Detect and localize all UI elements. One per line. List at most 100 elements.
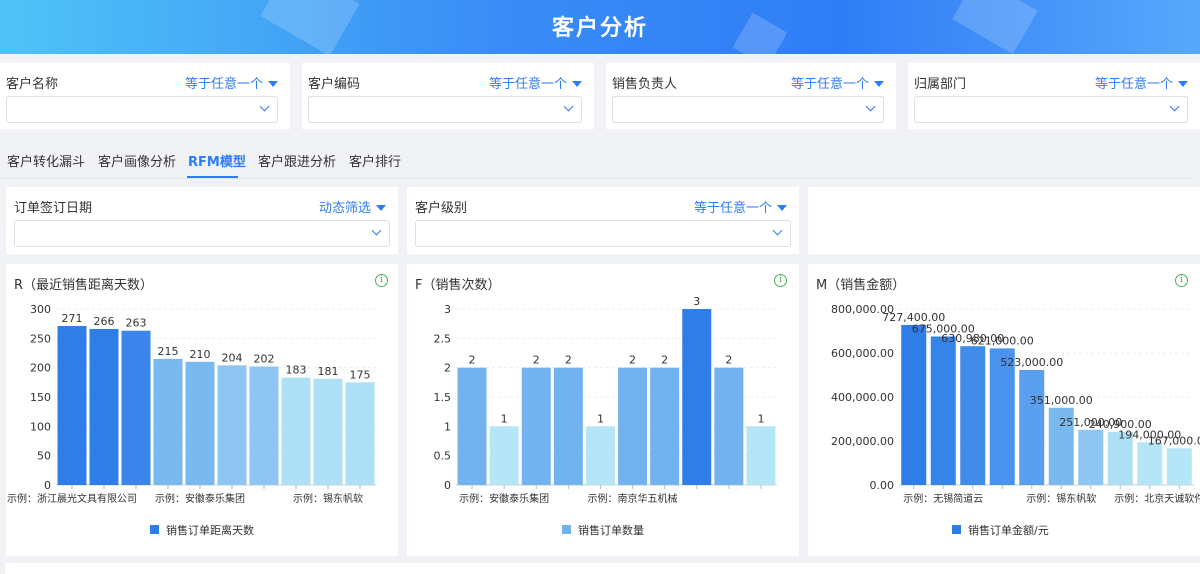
bar (217, 365, 247, 485)
y-tick-label: 200 (30, 362, 51, 375)
y-tick-label: 0 (444, 479, 451, 492)
header-banner: 客户分析 (0, 0, 1200, 54)
y-tick-label: 400,000.00 (831, 391, 894, 404)
filter-select[interactable] (308, 96, 582, 123)
tab-customer-ranking[interactable]: 客户排行 (349, 151, 401, 170)
filter-label: 归属部门 (914, 77, 967, 92)
caret-down-icon (1178, 81, 1188, 87)
caret-down-icon (874, 81, 884, 87)
caret-down-icon (572, 81, 582, 87)
filter-operator-dropdown[interactable]: 等于任意一个 (1095, 73, 1188, 92)
filter-select[interactable] (914, 96, 1188, 123)
bar (682, 309, 712, 485)
legend-label: 销售订单距离天数 (166, 523, 254, 537)
bar (345, 382, 375, 485)
y-tick-label: 600,000.00 (831, 347, 894, 360)
filter-operator-dropdown[interactable]: 等于任意一个 (694, 197, 787, 216)
bar (121, 330, 151, 485)
data-label: 2 (533, 354, 540, 367)
y-tick-label: 1 (444, 420, 451, 433)
bar (457, 367, 487, 485)
bar (521, 367, 551, 485)
empty-filter-slot (808, 187, 1200, 254)
data-label: 266 (94, 315, 115, 328)
bar (746, 426, 776, 485)
x-tick-label: 示例：南京华五机械 (588, 492, 678, 505)
data-label: 181 (318, 365, 339, 378)
data-label: 202 (254, 352, 275, 365)
filter-operator-dropdown[interactable]: 动态筛选 (319, 197, 386, 216)
y-tick-label: 100 (30, 420, 51, 433)
x-tick-label: 示例：锡东帆软 (1026, 492, 1096, 505)
bar (249, 366, 279, 485)
bar (185, 361, 215, 485)
chevron-down-icon (563, 101, 574, 112)
x-tick-label: 示例：北京天诚软件有限公司 (1114, 492, 1200, 505)
data-label: 2 (661, 354, 668, 367)
legend-label: 销售订单数量 (578, 523, 644, 537)
filter-label: 订单签订日期 (14, 201, 93, 216)
data-label: 1 (501, 412, 508, 425)
legend-swatch (952, 525, 961, 534)
chevron-down-icon (865, 101, 876, 112)
filter-order-date: 订单签订日期 动态筛选 (6, 187, 398, 254)
data-label: 1 (597, 412, 604, 425)
chevron-down-icon (772, 225, 783, 236)
bar (1019, 369, 1045, 485)
data-label: 175 (350, 368, 371, 381)
monetary-bar-chart: 800,000.00600,000.00400,000.00200,000.00… (831, 303, 1200, 537)
tab-rfm-model[interactable]: RFM模型 (188, 151, 246, 170)
filter-select[interactable] (6, 96, 278, 123)
filter-operator-dropdown[interactable]: 等于任意一个 (489, 73, 582, 92)
bar (281, 377, 311, 485)
next-section-edge (5, 563, 1200, 574)
data-label: 1 (757, 412, 764, 425)
filter-select[interactable] (415, 220, 791, 247)
legend-swatch (562, 525, 571, 534)
x-tick-label: 示例：安徽泰乐集团 (459, 492, 549, 505)
filter-customer-level: 客户级别 等于任意一个 (407, 187, 799, 254)
bar (1137, 442, 1163, 485)
filter-operator-dropdown[interactable]: 等于任意一个 (791, 73, 884, 92)
tabs-divider (0, 178, 1193, 179)
tab-follow-up-analysis[interactable]: 客户跟进分析 (258, 151, 336, 170)
analysis-tabs: 客户转化漏斗 客户画像分析 RFM模型 客户跟进分析 客户排行 (0, 140, 1200, 180)
caret-down-icon (777, 205, 787, 211)
legend-swatch (150, 525, 159, 534)
data-label: 271 (62, 312, 83, 325)
chevron-down-icon (371, 225, 382, 236)
tab-customer-profile[interactable]: 客户画像分析 (98, 151, 176, 170)
y-tick-label: 0.5 (434, 450, 452, 463)
y-tick-label: 2.5 (434, 332, 452, 345)
y-tick-label: 3 (444, 303, 451, 316)
data-label: 2 (725, 354, 732, 367)
bar (57, 326, 87, 485)
chart-card-f: F（销售次数） i 3 2.5 2 1.5 1 0.5 0 2 1 2 2 1 2 2 3 2 1 示例：安徽泰乐… (407, 264, 799, 556)
x-tick-label: 示例：浙江晨光文具有限公司 (7, 492, 137, 505)
filter-label: 客户级别 (415, 201, 468, 216)
recency-bar-chart: 300 250 200 150 100 50 0 271 266 263 215 210 204 202 1… (7, 303, 376, 537)
page-title: 客户分析 (551, 16, 648, 41)
bar (618, 367, 648, 485)
data-label: 215 (158, 345, 179, 358)
filter-label: 客户编码 (308, 77, 361, 92)
legend-label: 销售订单金额/元 (968, 523, 1049, 537)
filter-customer-name: 客户名称 等于任意一个 (0, 63, 290, 129)
filter-label: 销售负责人 (612, 77, 678, 92)
filter-select[interactable] (612, 96, 884, 123)
filter-operator-dropdown[interactable]: 等于任意一个 (185, 73, 278, 92)
data-label: 167,000.00 (1148, 434, 1200, 447)
tab-conversion-funnel[interactable]: 客户转化漏斗 (7, 151, 85, 170)
data-label: 2 (565, 354, 572, 367)
bar (553, 367, 583, 485)
x-tick-label: 示例：无锡简道云 (903, 492, 983, 505)
data-label: 3 (693, 295, 700, 308)
y-tick-label: 0 (44, 479, 51, 492)
data-label: 2 (469, 354, 476, 367)
bar (313, 378, 343, 485)
caret-down-icon (268, 81, 278, 87)
bar (585, 426, 615, 485)
bar (714, 367, 744, 485)
filter-select[interactable] (14, 220, 390, 247)
info-icon[interactable]: i (375, 274, 388, 287)
